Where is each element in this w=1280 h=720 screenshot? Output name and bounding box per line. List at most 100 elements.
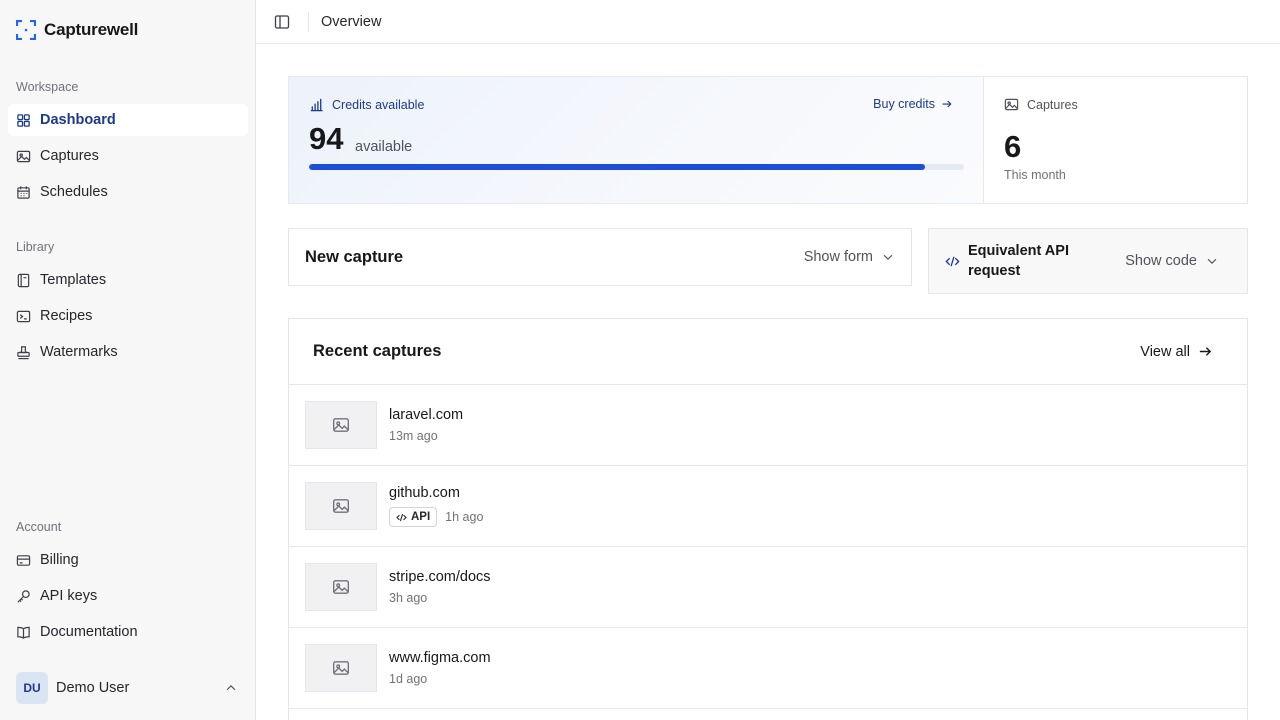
credits-label-row: Credits available: [309, 97, 424, 112]
show-code-label: Show code: [1125, 253, 1197, 269]
buy-credits-link[interactable]: Buy credits: [873, 97, 953, 111]
capture-time: 3h ago: [389, 591, 428, 605]
sidebar-item-label: Watermarks: [40, 344, 118, 360]
code-icon: [396, 513, 407, 521]
arrow-right-icon: [942, 100, 952, 108]
recent-captures-panel: Recent captures View all laravel.com 13m…: [288, 318, 1248, 720]
capture-thumbnail: [305, 644, 377, 692]
capture-url: laravel.com: [389, 407, 464, 423]
page-title: Overview: [321, 13, 382, 30]
sidebar-item-templates[interactable]: Templates: [8, 264, 248, 296]
grid-icon: [17, 113, 30, 127]
sidebar-item-label: Schedules: [40, 184, 108, 200]
credits-card: Credits available Buy credits 94 availab…: [288, 76, 984, 204]
api-request-panel: Equivalent API request Show code: [928, 228, 1248, 294]
image-icon: [16, 150, 31, 162]
sidebar-item-label: Captures: [40, 148, 99, 164]
show-form-button[interactable]: Show form: [804, 249, 895, 265]
image-icon: [1004, 98, 1019, 111]
sidebar-item-billing[interactable]: Billing: [8, 544, 248, 576]
sidebar-toggle-icon: [274, 14, 290, 29]
key-icon: [17, 589, 30, 603]
capture-thumbnail: [305, 482, 377, 530]
sidebar-item-label: Recipes: [40, 308, 93, 324]
chevron-up-icon: [226, 684, 236, 691]
capture-time: 1d ago: [389, 672, 428, 686]
view-all-link[interactable]: View all: [1140, 344, 1213, 360]
capture-info: www.figma.com 1d ago: [389, 650, 491, 686]
sidebar-item-captures[interactable]: Captures: [8, 140, 248, 172]
chevron-down-icon: [1207, 258, 1217, 265]
credits-label: Credits available: [332, 97, 425, 112]
code-icon: [945, 256, 960, 266]
avatar: DU: [16, 672, 48, 704]
recent-captures-header: Recent captures View all: [289, 319, 1247, 385]
stamp-icon: [17, 345, 30, 359]
brand-name: Capturewell: [44, 20, 139, 39]
list-item[interactable]: www.figma.com 1d ago: [289, 628, 1247, 709]
sidebar: Capturewell Workspace Dashboard Captures…: [0, 0, 256, 720]
brand[interactable]: Capturewell: [16, 20, 138, 40]
capture-meta: API 1h ago: [389, 507, 483, 527]
sidebar-item-watermarks[interactable]: Watermarks: [8, 336, 248, 368]
image-placeholder-icon: [333, 661, 349, 675]
capture-info: stripe.com/docs 3h ago: [389, 569, 491, 605]
capture-thumbnail: [305, 401, 377, 449]
capture-url: github.com: [389, 485, 460, 501]
captures-card: Captures 6 This month: [984, 76, 1248, 204]
sidebar-item-label: Documentation: [40, 624, 138, 640]
image-placeholder-icon: [333, 580, 349, 594]
image-placeholder-icon: [333, 499, 349, 513]
api-badge-label: API: [411, 511, 431, 523]
capture-time: 1h ago: [445, 510, 484, 524]
chevron-down-icon: [883, 254, 893, 261]
sidebar-item-dashboard[interactable]: Dashboard: [8, 104, 248, 136]
topbar: Overview: [256, 0, 1280, 44]
user-name: Demo User: [56, 680, 130, 696]
recent-captures-title: Recent captures: [313, 342, 442, 360]
credits-progress-bar: [309, 164, 964, 170]
sidebar-item-api-keys[interactable]: API keys: [8, 580, 248, 612]
sidebar-item-schedules[interactable]: Schedules: [8, 176, 248, 208]
user-menu[interactable]: DU Demo User: [8, 670, 248, 706]
calendar-icon: [17, 185, 30, 199]
terminal-icon: [16, 310, 31, 322]
api-request-title: Equivalent API request: [968, 243, 1069, 279]
sidebar-item-recipes[interactable]: Recipes: [8, 300, 248, 332]
list-item[interactable]: laravel.com 13m ago: [289, 385, 1247, 466]
group-label-library: Library: [16, 240, 55, 254]
sidebar-item-label: Templates: [40, 272, 107, 288]
topbar-divider: [308, 11, 309, 32]
open-book-icon: [17, 626, 30, 639]
captures-value: 6: [1004, 129, 1022, 164]
new-capture-title: New capture: [305, 247, 404, 266]
capture-thumbnail: [305, 563, 377, 611]
sidebar-item-documentation[interactable]: Documentation: [8, 616, 248, 648]
bar-chart-icon: [310, 98, 323, 112]
credits-value: 94: [309, 121, 344, 156]
captures-period: This month: [1004, 168, 1066, 182]
capture-url: stripe.com/docs: [389, 569, 491, 585]
credits-suffix: available: [355, 139, 413, 155]
sidebar-toggle-button[interactable]: [256, 0, 308, 44]
sidebar-item-label: API keys: [40, 588, 98, 604]
capture-url: www.figma.com: [389, 650, 491, 666]
show-form-label: Show form: [803, 249, 873, 265]
list-item[interactable]: stripe.com/docs 3h ago: [289, 547, 1247, 628]
show-code-button[interactable]: Show code: [1125, 253, 1219, 269]
view-all-label: View all: [1140, 343, 1190, 360]
credits-progress-fill: [309, 164, 925, 170]
captures-label: Captures: [1027, 97, 1078, 112]
capture-time: 13m ago: [389, 429, 438, 443]
api-badge: API: [389, 507, 438, 527]
capture-info: github.com API 1h ago: [389, 485, 483, 527]
list-item[interactable]: github.com API 1h ago: [289, 466, 1247, 547]
sidebar-item-label: Dashboard: [40, 112, 116, 128]
capture-logo-icon: [16, 20, 36, 40]
arrow-right-icon: [1199, 347, 1212, 356]
capture-meta: 1d ago: [389, 672, 491, 686]
capture-meta: 3h ago: [389, 591, 491, 605]
group-label-workspace: Workspace: [16, 80, 79, 94]
capture-info: laravel.com 13m ago: [389, 407, 463, 443]
buy-credits-label: Buy credits: [873, 97, 935, 111]
